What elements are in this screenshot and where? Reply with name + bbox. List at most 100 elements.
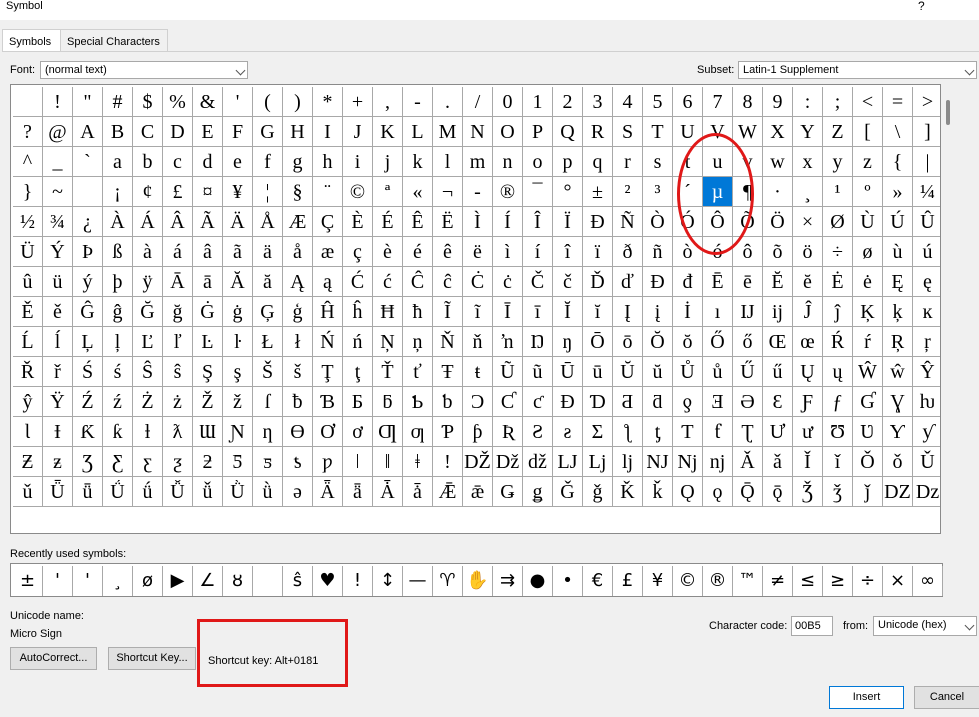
recent-symbol-cell[interactable]: ≥ — [823, 566, 853, 596]
symbol-cell[interactable]: Ő — [703, 327, 733, 357]
recent-symbol-cell[interactable]: ↕ — [373, 566, 403, 596]
symbol-cell[interactable]: $ — [133, 87, 163, 117]
symbol-cell[interactable]: Ǝ — [703, 387, 733, 417]
symbol-cell[interactable]: ª — [373, 177, 403, 207]
symbol-cell[interactable]: Ĺ — [13, 327, 43, 357]
symbol-cell[interactable]: ) — [283, 87, 313, 117]
from-select[interactable]: Unicode (hex) — [873, 616, 977, 636]
symbol-cell[interactable]: Ľ — [133, 327, 163, 357]
symbol-cell[interactable]: ƒ — [823, 387, 853, 417]
recent-symbol-cell[interactable]: ÷ — [853, 566, 883, 596]
symbol-cell[interactable]: ǩ — [643, 477, 673, 507]
symbol-cell[interactable]: Ś — [73, 357, 103, 387]
symbol-cell[interactable]: ċ — [493, 267, 523, 297]
recent-symbol-cell[interactable]: ∠ — [193, 566, 223, 596]
symbol-cell[interactable]: ģ — [283, 297, 313, 327]
symbol-cell[interactable]: ĭ — [583, 297, 613, 327]
symbol-cell[interactable]: Ü — [13, 237, 43, 267]
symbol-cell[interactable]: ¿ — [73, 207, 103, 237]
symbol-cell[interactable]: ā — [193, 267, 223, 297]
symbol-cell[interactable]: ţ — [343, 357, 373, 387]
symbol-cell[interactable]: ¹ — [823, 177, 853, 207]
symbol-cell[interactable]: À — [103, 207, 133, 237]
symbol-cell[interactable]: Ǎ — [733, 447, 763, 477]
symbol-cell[interactable]: ƅ — [433, 387, 463, 417]
symbol-cell[interactable]: ņ — [403, 327, 433, 357]
symbol-cell[interactable]: Ĵ — [793, 297, 823, 327]
symbol-cell[interactable]: ŗ — [913, 327, 940, 357]
symbol-cell[interactable]: đ — [673, 267, 703, 297]
symbol-cell[interactable]: ã — [223, 237, 253, 267]
symbol-cell[interactable]: Ð — [583, 207, 613, 237]
symbol-cell[interactable]: ¨ — [313, 177, 343, 207]
symbol-cell[interactable]: Ň — [433, 327, 463, 357]
symbol-cell[interactable]: Ǌ — [643, 447, 673, 477]
symbol-cell[interactable]: Ǜ — [223, 477, 253, 507]
symbol-cell[interactable]: m — [463, 147, 493, 177]
symbol-cell[interactable]: Ų — [793, 357, 823, 387]
symbol-cell[interactable]: æ — [313, 237, 343, 267]
symbol-cell[interactable]: ú — [913, 237, 940, 267]
symbol-cell[interactable]: × — [793, 207, 823, 237]
recent-symbol-cell[interactable]: ♥ — [313, 566, 343, 596]
symbol-cell[interactable]: Ǖ — [43, 477, 73, 507]
symbol-cell[interactable]: ǈ — [583, 447, 613, 477]
symbol-cell[interactable]: Ǟ — [313, 477, 343, 507]
symbol-cell[interactable]: o — [523, 147, 553, 177]
symbol-cell[interactable]: ğ — [163, 297, 193, 327]
symbol-cell[interactable]: ǰ — [853, 477, 883, 507]
recent-symbol-cell[interactable]: ∞ — [913, 566, 943, 596]
symbol-cell[interactable]: ǥ — [523, 477, 553, 507]
recent-symbol-cell[interactable]: ✋ — [463, 566, 493, 596]
symbol-cell[interactable]: Ĩ — [433, 297, 463, 327]
symbol-cell[interactable]: + — [343, 87, 373, 117]
symbol-cell[interactable]: č — [553, 267, 583, 297]
symbol-cell[interactable]: Ǡ — [373, 477, 403, 507]
symbol-cell[interactable]: Ā — [163, 267, 193, 297]
symbol-cell[interactable]: ƫ — [643, 417, 673, 447]
symbol-cell[interactable]: œ — [793, 327, 823, 357]
symbol-cell[interactable]: ŭ — [643, 357, 673, 387]
symbol-cell[interactable]: ñ — [643, 237, 673, 267]
symbol-cell[interactable]: Ž — [193, 387, 223, 417]
symbol-cell[interactable]: ƀ — [283, 387, 313, 417]
symbol-cell[interactable]: Ʈ — [733, 417, 763, 447]
symbol-cell[interactable]: ¤ — [193, 177, 223, 207]
symbol-cell[interactable]: & — [193, 87, 223, 117]
symbol-cell[interactable]: 6 — [673, 87, 703, 117]
symbol-cell[interactable]: Ǥ — [493, 477, 523, 507]
symbol-cell[interactable]: J — [343, 117, 373, 147]
symbol-cell[interactable]: Ŕ — [823, 327, 853, 357]
symbol-cell[interactable]: ĳ — [763, 297, 793, 327]
symbol-cell[interactable]: ď — [613, 267, 643, 297]
symbol-cell[interactable]: Ɣ — [883, 387, 913, 417]
symbol-cell[interactable]: ® — [493, 177, 523, 207]
symbol-cell[interactable]: ư — [793, 417, 823, 447]
symbol-cell[interactable]: Ù — [853, 207, 883, 237]
symbol-cell[interactable]: P — [523, 117, 553, 147]
symbol-cell[interactable]: ÿ — [133, 267, 163, 297]
symbol-cell[interactable]: Ư — [763, 417, 793, 447]
symbol-cell[interactable]: x — [793, 147, 823, 177]
symbol-cell[interactable]: Ï — [553, 207, 583, 237]
symbol-cell[interactable]: Č — [523, 267, 553, 297]
symbol-cell[interactable]: È — [343, 207, 373, 237]
symbol-cell[interactable]: ż — [163, 387, 193, 417]
symbol-cell[interactable]: } — [13, 177, 43, 207]
symbol-cell[interactable]: Ǩ — [613, 477, 643, 507]
symbol-cell[interactable]: ŵ — [883, 357, 913, 387]
symbol-cell[interactable]: ǡ — [403, 477, 433, 507]
symbol-cell[interactable]: £ — [163, 177, 193, 207]
symbol-cell[interactable]: ç — [343, 237, 373, 267]
symbol-cell[interactable]: Ķ — [853, 297, 883, 327]
recent-symbol-cell[interactable]: ' — [73, 566, 103, 596]
symbol-cell[interactable]: Ë — [433, 207, 463, 237]
symbol-cell[interactable]: O — [493, 117, 523, 147]
symbol-cell[interactable]: ň — [463, 327, 493, 357]
symbol-cell[interactable]: 9 — [763, 87, 793, 117]
symbol-cell[interactable]: ¬ — [433, 177, 463, 207]
symbol-cell[interactable]: j — [373, 147, 403, 177]
symbol-cell[interactable]: « — [403, 177, 433, 207]
symbol-cell[interactable]: Ʃ — [583, 417, 613, 447]
symbol-cell[interactable]: ǝ — [283, 477, 313, 507]
